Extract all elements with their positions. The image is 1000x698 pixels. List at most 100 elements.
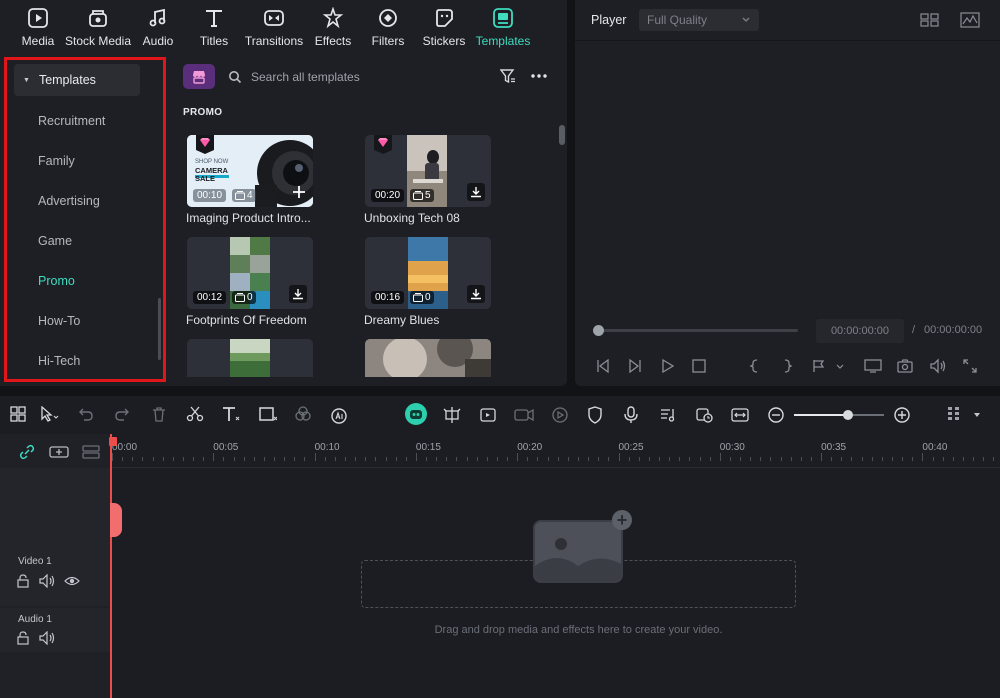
lock-icon[interactable] bbox=[16, 574, 30, 588]
zoom-out-icon[interactable] bbox=[767, 406, 785, 424]
scrubber-knob[interactable] bbox=[593, 325, 604, 336]
delete-icon[interactable] bbox=[151, 406, 167, 422]
filters-icon bbox=[379, 9, 397, 27]
play-icon[interactable] bbox=[660, 358, 676, 374]
sidebar-scrollbar[interactable] bbox=[158, 298, 161, 360]
playhead-handle[interactable] bbox=[110, 503, 122, 537]
undo-icon[interactable] bbox=[78, 406, 94, 422]
scene-detect-icon[interactable] bbox=[514, 406, 534, 424]
template-card[interactable]: 00:16 0 bbox=[365, 237, 491, 309]
ruler-tick bbox=[274, 457, 276, 461]
tab-filters[interactable]: Filters bbox=[360, 0, 416, 52]
ruler-tick bbox=[466, 457, 468, 461]
grid-scrollbar[interactable] bbox=[559, 125, 565, 145]
ruler-tick bbox=[567, 457, 569, 461]
template-card[interactable]: SHOP NOW CAMERA SALE 00:10 4 bbox=[187, 135, 313, 207]
crop-icon[interactable] bbox=[259, 406, 277, 422]
template-card[interactable] bbox=[365, 339, 491, 377]
sidebar-item-game[interactable]: Game bbox=[38, 234, 72, 248]
playhead-marker[interactable] bbox=[109, 437, 117, 446]
template-card[interactable]: 00:20 5 bbox=[365, 135, 491, 207]
quality-select[interactable]: Full Quality bbox=[639, 9, 759, 31]
add-icon[interactable] bbox=[292, 185, 306, 199]
render-preview-icon[interactable] bbox=[695, 406, 713, 424]
player-label: Player bbox=[591, 13, 627, 27]
marker-icon[interactable] bbox=[811, 358, 827, 374]
playhead[interactable] bbox=[110, 434, 112, 698]
zoom-slider-knob[interactable] bbox=[843, 410, 853, 420]
timeline-ruler[interactable]: 00:00 00:05 00:10 00:15 00:20 00:25 00:30 00:35… bbox=[110, 434, 1000, 464]
fit-timeline-icon[interactable] bbox=[731, 406, 749, 424]
cut-icon[interactable] bbox=[186, 406, 204, 422]
sidebar-item-hi-tech[interactable]: Hi-Tech bbox=[38, 354, 80, 368]
filter-icon[interactable] bbox=[500, 68, 516, 84]
waveform-scope-icon[interactable] bbox=[960, 12, 980, 28]
snapshot-icon[interactable] bbox=[897, 358, 913, 374]
caret-down-icon[interactable] bbox=[972, 410, 982, 420]
ruler-tick bbox=[294, 457, 296, 461]
sidebar-header-templates[interactable]: ▼ Templates bbox=[14, 64, 140, 96]
text-icon[interactable] bbox=[221, 406, 241, 422]
ai-tools-icon[interactable] bbox=[330, 406, 348, 424]
previous-frame-icon[interactable] bbox=[595, 358, 611, 374]
sidebar-item-how-to[interactable]: How-To bbox=[38, 314, 80, 328]
microphone-icon[interactable] bbox=[623, 406, 639, 424]
select-cursor-icon[interactable] bbox=[40, 406, 60, 422]
volume-icon[interactable] bbox=[929, 358, 947, 374]
next-frame-icon[interactable] bbox=[627, 358, 643, 374]
ai-copilot-button[interactable] bbox=[405, 403, 427, 425]
sidebar-item-recruitment[interactable]: Recruitment bbox=[38, 114, 105, 128]
playback-scrubber[interactable] bbox=[598, 329, 798, 332]
sidebar-item-promo[interactable]: Promo bbox=[38, 274, 75, 288]
mute-icon[interactable] bbox=[39, 574, 55, 588]
link-icon[interactable] bbox=[19, 444, 35, 460]
mark-out-icon[interactable] bbox=[779, 358, 795, 374]
mark-in-icon[interactable] bbox=[747, 358, 763, 374]
tab-transitions[interactable]: Transitions bbox=[242, 0, 306, 52]
tab-label: Effects bbox=[314, 34, 352, 48]
shield-icon[interactable] bbox=[587, 406, 603, 424]
search-templates[interactable]: Search all templates bbox=[228, 68, 488, 86]
download-button[interactable] bbox=[467, 285, 485, 303]
sidebar-item-family[interactable]: Family bbox=[38, 154, 75, 168]
track-manager-icon[interactable] bbox=[82, 444, 100, 460]
template-card[interactable] bbox=[187, 339, 313, 377]
ruler-tick bbox=[415, 453, 417, 461]
more-options-icon[interactable] bbox=[530, 73, 548, 79]
chevron-down-icon[interactable] bbox=[835, 358, 845, 374]
ruler-tick bbox=[182, 457, 184, 461]
color-icon[interactable] bbox=[295, 406, 311, 422]
view-options-icon[interactable] bbox=[946, 406, 962, 424]
grid-view-icon[interactable] bbox=[920, 12, 940, 28]
stop-icon[interactable] bbox=[691, 358, 707, 374]
tab-stickers[interactable]: Stickers bbox=[416, 0, 472, 52]
audio-sync-icon[interactable] bbox=[551, 406, 569, 424]
template-store-button[interactable] bbox=[183, 64, 215, 89]
ruler-tick bbox=[942, 457, 944, 461]
auto-reframe-icon[interactable] bbox=[479, 406, 497, 424]
eye-icon[interactable] bbox=[64, 574, 80, 588]
zoom-slider[interactable] bbox=[794, 414, 884, 416]
mute-icon[interactable] bbox=[39, 631, 55, 645]
audio-mixer-icon[interactable] bbox=[659, 406, 677, 424]
section-title: PROMO bbox=[183, 107, 223, 118]
display-icon[interactable] bbox=[864, 358, 882, 374]
zoom-in-icon[interactable] bbox=[893, 406, 911, 424]
tab-titles[interactable]: Titles bbox=[186, 0, 242, 52]
current-timecode[interactable]: 00:00:00:00 bbox=[816, 319, 904, 343]
redo-icon[interactable] bbox=[114, 406, 130, 422]
tab-audio[interactable]: Audio bbox=[130, 0, 186, 52]
template-card[interactable]: 00:12 0 bbox=[187, 237, 313, 309]
lock-icon[interactable] bbox=[16, 631, 30, 645]
tab-stock-media[interactable]: Stock Media bbox=[65, 0, 131, 52]
search-input[interactable]: Search all templates bbox=[251, 70, 360, 84]
download-button[interactable] bbox=[467, 183, 485, 201]
add-track-icon[interactable] bbox=[49, 444, 69, 460]
download-button[interactable] bbox=[289, 285, 307, 303]
split-scene-icon[interactable] bbox=[443, 406, 461, 424]
tab-templates[interactable]: Templates bbox=[472, 0, 534, 52]
fullscreen-icon[interactable] bbox=[962, 358, 978, 374]
sidebar-item-advertising[interactable]: Advertising bbox=[38, 194, 100, 208]
layout-icon[interactable] bbox=[10, 406, 26, 422]
tab-effects[interactable]: Effects bbox=[306, 0, 360, 52]
